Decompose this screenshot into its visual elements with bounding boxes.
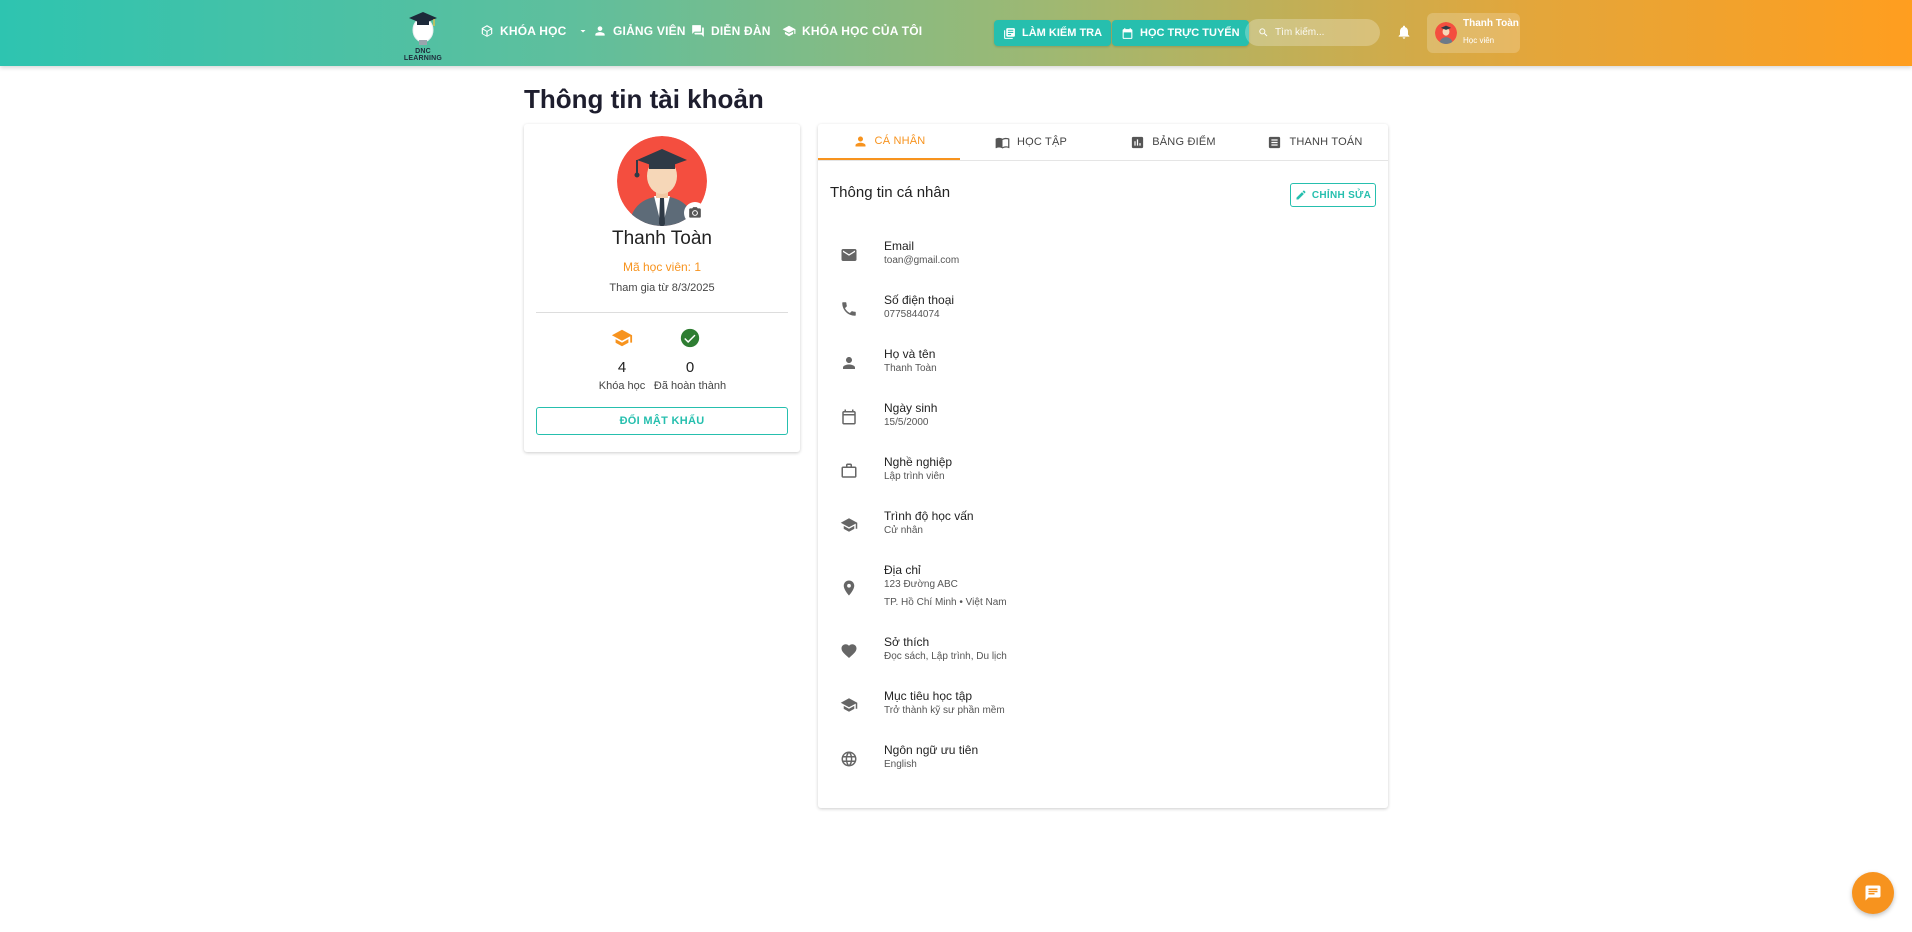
field-value: 15/5/2000 xyxy=(884,417,929,428)
divider xyxy=(536,312,788,313)
tab-payment[interactable]: THANH TOÁN xyxy=(1244,124,1386,160)
logo-text: DNC LEARNING xyxy=(403,48,443,62)
stat-completed-value: 0 xyxy=(685,359,695,376)
student-id: Mã học viên: 1 xyxy=(622,260,702,274)
graduation-bulb-logo-icon xyxy=(409,12,437,45)
section-title: Thông tin cá nhân xyxy=(830,184,951,201)
field-value: Lập trình viên xyxy=(884,471,945,482)
field-value-line2: TP. Hồ Chí Minh • Việt Nam xyxy=(884,597,1007,608)
tab-grades[interactable]: BẢNG ĐIỂM xyxy=(1102,124,1244,160)
school-icon xyxy=(782,25,796,37)
field-value: English xyxy=(884,759,917,770)
tab-grades-label: BẢNG ĐIỂM xyxy=(1152,136,1216,148)
field-value: toan@gmail.com xyxy=(884,255,960,266)
search-icon xyxy=(1259,28,1268,37)
user-avatar-icon xyxy=(1435,22,1457,44)
edit-button[interactable]: CHỈNH SỬA xyxy=(1290,183,1376,207)
field-label: Địa chỉ xyxy=(884,563,921,577)
forum-icon xyxy=(692,25,704,37)
phone-icon xyxy=(842,302,856,316)
nav-courses[interactable]: KHÓA HỌC xyxy=(480,24,589,38)
top-navbar: DNC LEARNING KHÓA HỌC GIẢNG VIÊN DIỄN ĐÀ… xyxy=(0,0,1912,66)
check-circle-icon xyxy=(680,328,700,348)
field-label: Số điện thoại xyxy=(884,293,955,307)
bar-chart-icon xyxy=(1132,136,1144,148)
nav-courses-label: KHÓA HỌC xyxy=(500,24,567,38)
field-label: Ngôn ngữ ưu tiên xyxy=(884,743,979,757)
location-icon xyxy=(843,580,855,596)
book-open-icon xyxy=(995,137,1010,148)
tab-learning[interactable]: HỌC TẬP xyxy=(960,124,1102,160)
chat-button[interactable] xyxy=(1852,872,1894,914)
search-input[interactable] xyxy=(1275,27,1375,38)
tab-payment-label: THANH TOÁN xyxy=(1289,136,1363,148)
nav-forum-label: DIỄN ĐÀN xyxy=(711,24,771,38)
stat-completed: 0 Đã hoàn thành xyxy=(650,327,730,392)
school-icon xyxy=(840,518,858,532)
brand-logo[interactable]: DNC LEARNING xyxy=(396,8,450,62)
take-test-button[interactable]: LÀM KIỂM TRA xyxy=(994,20,1112,46)
field-label: Trình độ học vấn xyxy=(884,509,974,523)
field-label: Sở thích xyxy=(884,635,930,649)
tab-personal[interactable]: CÁ NHÂN xyxy=(818,124,960,160)
field-label: Mục tiêu học tập xyxy=(884,689,973,703)
quiz-icon xyxy=(1004,27,1015,39)
search-box[interactable] xyxy=(1245,19,1380,46)
heart-icon xyxy=(841,644,857,659)
person-icon xyxy=(855,136,866,146)
profile-card: Thanh Toàn Mã học viên: 1 Tham gia từ 8/… xyxy=(524,124,800,452)
page-title: Thông tin tài khoản xyxy=(524,84,764,114)
field-label: Nghề nghiệp xyxy=(884,455,953,469)
nav-my-courses[interactable]: KHÓA HỌC CỦA TÔI xyxy=(782,24,922,38)
user-name: Thanh Toàn xyxy=(1463,18,1519,29)
field-label: Ngày sinh xyxy=(884,401,938,415)
edit-button-label: CHỈNH SỬA xyxy=(1311,189,1372,201)
join-date: Tham gia từ 8/3/2025 xyxy=(609,282,715,294)
course-box-icon xyxy=(481,25,493,37)
nav-instructors-label: GIẢNG VIÊN xyxy=(613,24,686,38)
person-icon xyxy=(595,26,605,36)
globe-icon xyxy=(841,751,857,767)
tab-learning-label: HỌC TẬP xyxy=(1016,136,1068,148)
bell-icon[interactable] xyxy=(1396,24,1412,40)
take-test-label: LÀM KIỂM TRA xyxy=(1022,27,1103,39)
chat-icon xyxy=(1865,885,1881,901)
field-value: Trở thành kỹ sư phần mềm xyxy=(884,705,1005,716)
online-learning-button[interactable]: HỌC TRỰC TUYẾN xyxy=(1112,20,1249,46)
online-learning-label: HỌC TRỰC TUYẾN xyxy=(1140,27,1240,39)
tab-personal-label: CÁ NHÂN xyxy=(874,135,926,147)
briefcase-icon xyxy=(841,463,857,478)
field-value: 0775844074 xyxy=(884,309,940,320)
nav-forum[interactable]: DIỄN ĐÀN xyxy=(691,24,771,38)
field-value: Cử nhân xyxy=(884,525,923,536)
field-value: Thanh Toàn xyxy=(884,363,937,374)
nav-instructors[interactable]: GIẢNG VIÊN xyxy=(593,24,686,38)
user-role: Học viên xyxy=(1463,36,1495,45)
camera-icon xyxy=(689,207,701,218)
nav-my-courses-label: KHÓA HỌC CỦA TÔI xyxy=(802,24,923,38)
field-label: Email xyxy=(884,239,915,253)
stat-completed-label: Đã hoàn thành xyxy=(653,380,727,392)
school-icon xyxy=(840,698,858,712)
pencil-icon xyxy=(1296,190,1306,200)
receipt-icon xyxy=(1269,136,1281,148)
school-icon xyxy=(611,329,633,347)
change-avatar-button[interactable] xyxy=(684,202,706,224)
tabs-divider xyxy=(818,160,1388,161)
user-menu[interactable]: Thanh Toàn Học viên xyxy=(1427,13,1520,53)
avatar xyxy=(1435,22,1457,44)
profile-name: Thanh Toàn xyxy=(611,228,712,249)
field-label: Họ và tên xyxy=(884,347,936,361)
calendar-icon xyxy=(1122,27,1133,39)
chevron-down-icon xyxy=(580,30,585,33)
field-value: Đọc sách, Lập trình, Du lịch xyxy=(884,651,1007,662)
details-card: CÁ NHÂN HỌC TẬP BẢNG ĐIỂM THANH TOÁN Thô… xyxy=(818,124,1388,808)
mail-icon xyxy=(841,249,857,261)
calendar-icon xyxy=(842,409,856,425)
change-password-button[interactable]: ĐỔI MẬT KHẨU xyxy=(536,407,788,435)
field-value: 123 Đường ABC xyxy=(884,579,958,590)
person-icon xyxy=(843,357,855,369)
